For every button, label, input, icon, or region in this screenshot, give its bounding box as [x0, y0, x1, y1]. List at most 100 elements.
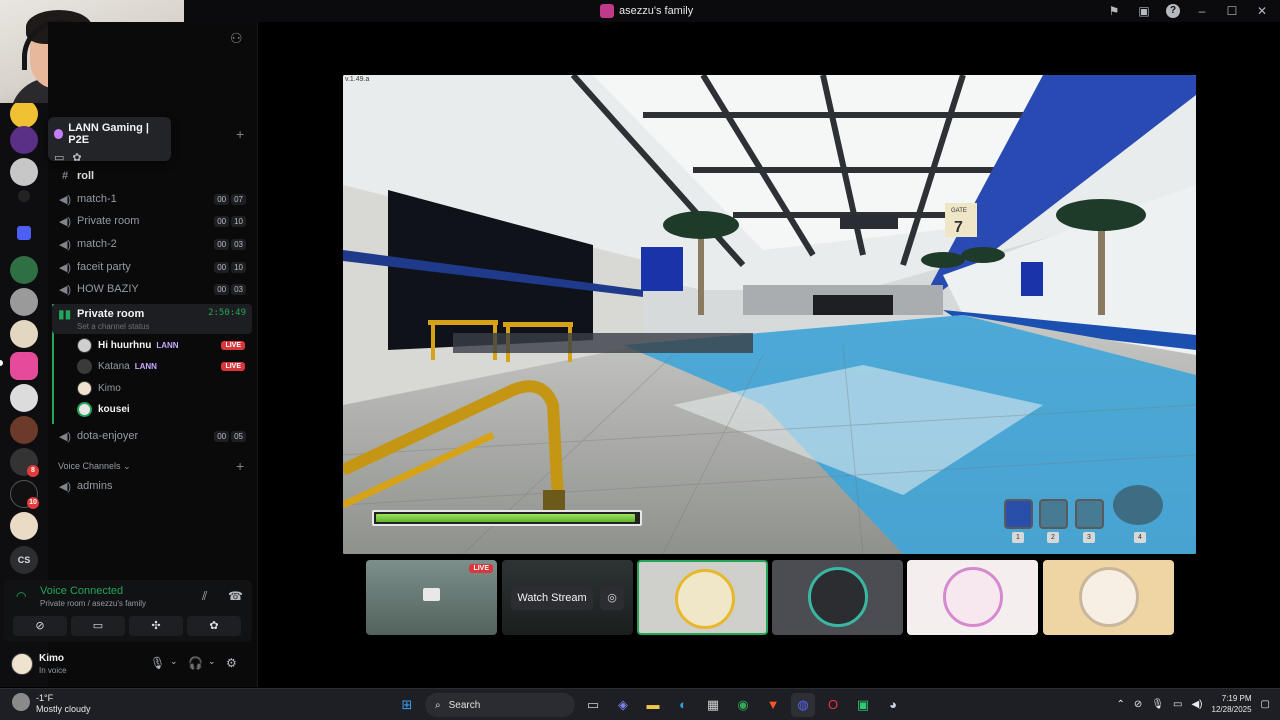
folder-icon[interactable]: [17, 226, 31, 240]
server-avatar-selected[interactable]: [10, 352, 38, 380]
create-channel-icon[interactable]: +: [236, 458, 244, 474]
server-avatar[interactable]: [10, 320, 38, 348]
game-scene: GATE 7: [343, 75, 1196, 554]
server-avatar[interactable]: [10, 416, 38, 444]
signal-icon[interactable]: ◠: [16, 589, 26, 603]
edge-icon[interactable]: ◐: [671, 693, 695, 717]
inventory-slot-2[interactable]: [1039, 499, 1068, 529]
camera-button[interactable]: ⊘: [13, 616, 67, 636]
participant-tile[interactable]: [1043, 560, 1174, 635]
file-explorer-icon[interactable]: ▬: [641, 693, 665, 717]
channel-voice[interactable]: ◀) dota-enjoyer 00 05: [58, 426, 252, 446]
weather-widget[interactable]: -1°F Mostly cloudy: [12, 693, 91, 715]
server-avatar[interactable]: [10, 100, 38, 128]
task-view-icon[interactable]: ▭: [581, 693, 605, 717]
server-avatar[interactable]: [10, 512, 38, 540]
channel-text[interactable]: # roll: [58, 166, 252, 186]
avatar[interactable]: [11, 653, 33, 675]
voice-member[interactable]: Kimo: [77, 378, 249, 398]
minimize-icon[interactable]: –: [1194, 3, 1210, 19]
microphone-icon[interactable]: 🎙: [150, 656, 165, 670]
active-voice-channel[interactable]: ▮▮ Private room Set a channel status 2:5…: [52, 304, 252, 334]
pop-out-icon[interactable]: ◎: [600, 586, 624, 610]
channel-voice[interactable]: ◀) HOW BAZIY 00 03: [58, 279, 252, 299]
clock[interactable]: 7:19 PM 12/28/2025: [1212, 693, 1252, 715]
app-icon[interactable]: ▣: [851, 693, 875, 717]
microphone-icon[interactable]: 🎙: [1151, 699, 1164, 710]
stream-tile[interactable]: Watch Stream ◎: [502, 560, 633, 635]
channel-voice[interactable]: ◀) faceit party 00 10: [58, 257, 252, 277]
monitor-icon[interactable]: ▭: [1173, 699, 1182, 710]
brave-icon[interactable]: ▼: [761, 693, 785, 717]
voice-member[interactable]: kousei: [77, 399, 249, 419]
category-header[interactable]: Voice Channels ⌄: [58, 461, 131, 472]
voice-status: Voice Connected: [40, 585, 124, 597]
user-count: 00: [214, 283, 230, 295]
teams-icon[interactable]: ◈: [611, 693, 635, 717]
user-count: 00: [214, 215, 230, 227]
server-avatar[interactable]: [10, 288, 38, 316]
chevron-down-icon[interactable]: ⌄: [208, 656, 216, 667]
notification-icon[interactable]: ▢: [1261, 699, 1270, 710]
game-stream-view[interactable]: GATE 7: [343, 75, 1196, 554]
mute-icon[interactable]: ⊘: [1134, 699, 1142, 710]
voice-member[interactable]: Katana LANN LIVE: [77, 356, 249, 376]
volume-icon[interactable]: ◀): [1191, 699, 1202, 710]
search-icon[interactable]: [18, 190, 30, 202]
game-version: v.1.49.a: [345, 76, 370, 83]
activities-button[interactable]: ✣: [129, 616, 183, 636]
inventory-slot-1[interactable]: [1004, 499, 1033, 529]
start-icon[interactable]: ⊞: [395, 693, 419, 717]
gear-icon[interactable]: ⚙: [226, 656, 237, 670]
server-avatar-cs[interactable]: CS: [10, 546, 38, 574]
participant-tile[interactable]: [907, 560, 1038, 635]
screen-icon: [423, 588, 440, 601]
server-avatar[interactable]: [10, 256, 38, 284]
flag-icon[interactable]: ⚑: [1106, 3, 1122, 19]
channel-voice[interactable]: ◀) admins: [58, 476, 252, 496]
noise-suppression-icon[interactable]: ⫽: [202, 589, 207, 604]
watch-stream-button[interactable]: Watch Stream: [511, 586, 593, 610]
help-icon[interactable]: ?: [1166, 4, 1180, 18]
inbox-icon[interactable]: ▣: [1136, 3, 1152, 19]
live-badge: LIVE: [469, 564, 493, 573]
channel-voice[interactable]: ◀) match-2 00 03: [58, 234, 252, 254]
screen-share-button[interactable]: ▭: [71, 616, 125, 636]
channel-voice[interactable]: ◀) match-1 00 07: [58, 189, 252, 209]
server-avatar[interactable]: [10, 158, 38, 186]
headphones-icon[interactable]: 🎧: [188, 656, 203, 670]
server-avatar[interactable]: [10, 384, 38, 412]
participant-tile[interactable]: [772, 560, 903, 635]
channel-status[interactable]: Set a channel status: [77, 322, 150, 331]
chevron-up-icon[interactable]: ⌃: [1117, 699, 1125, 710]
maximize-icon[interactable]: ☐: [1224, 3, 1240, 19]
opera-icon[interactable]: O: [821, 693, 845, 717]
weather-icon: [12, 693, 30, 711]
speaker-icon: ◀): [58, 480, 72, 493]
inventory-slot-3[interactable]: [1075, 499, 1104, 529]
search-box[interactable]: ⌕ Search: [425, 693, 575, 717]
user-limit: 07: [231, 193, 246, 205]
member-tag: LANN: [156, 340, 179, 350]
add-friend-icon[interactable]: ⚇: [230, 30, 243, 47]
stream-tile[interactable]: LIVE: [366, 560, 497, 635]
store-icon[interactable]: ▦: [701, 693, 725, 717]
steam-icon[interactable]: ◕: [881, 693, 905, 717]
soundboard-button[interactable]: ✿: [187, 616, 241, 636]
username: Kimo: [39, 653, 64, 664]
participant-tile-speaking[interactable]: [637, 560, 768, 635]
voice-member[interactable]: Hi huurhnu LANN LIVE: [77, 335, 249, 355]
channel-voice[interactable]: ◀) Private room 00 10: [58, 211, 252, 231]
gate-sign-label: GATE: [951, 208, 967, 214]
discord-icon[interactable]: ◍: [791, 693, 815, 717]
screen: asezzu's family ⚑ ▣ ? – ☐ ✕ 8 10 CS ⚇ LA…: [0, 0, 1280, 720]
server-avatar[interactable]: [10, 126, 38, 154]
chevron-down-icon[interactable]: ⌄: [170, 656, 178, 667]
system-tray: ⌃ ⊘ 🎙 ▭ ◀) 7:19 PM 12/28/2025 ▢: [1117, 693, 1270, 715]
close-icon[interactable]: ✕: [1254, 3, 1270, 19]
chrome-icon[interactable]: ◉: [731, 693, 755, 717]
add-channel-icon[interactable]: +: [236, 126, 244, 142]
channel-name: match-2: [77, 238, 117, 250]
voice-location[interactable]: Private room / asezzu's family: [40, 599, 146, 608]
disconnect-icon[interactable]: ☎: [228, 589, 243, 603]
